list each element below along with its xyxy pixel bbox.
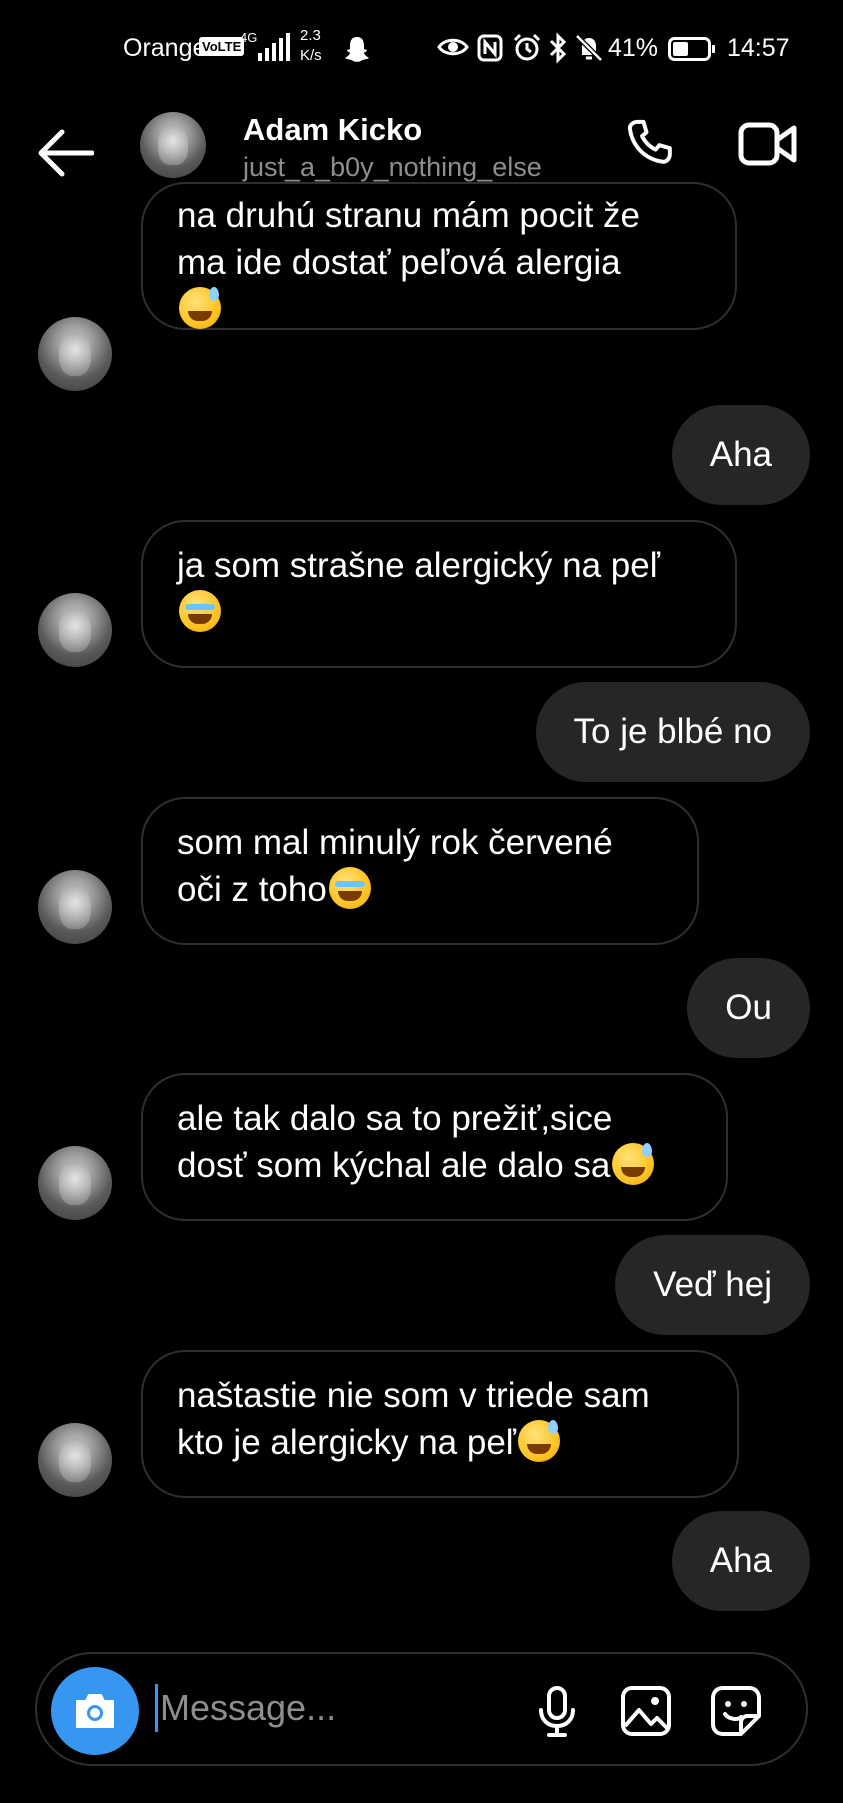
outgoing-message[interactable]: Veď hej (615, 1235, 810, 1335)
incoming-message[interactable]: som mal minulý rok červené oči z toho (141, 797, 699, 945)
contact-name[interactable]: Adam Kicko (243, 112, 422, 148)
outgoing-message[interactable]: Aha (671, 1511, 810, 1611)
outgoing-message[interactable]: To je blbé no (535, 682, 810, 782)
message-line: ale tak dalo sa to prežiť,sice (177, 1099, 613, 1138)
sweat-smile-emoji (179, 287, 221, 329)
eye-icon (437, 38, 469, 56)
mute-icon (575, 34, 603, 62)
volte-badge: VoLTE (199, 37, 245, 56)
message-line: dosť som kýchal ale dalo sa (177, 1146, 611, 1185)
message-composer: Message... (35, 1652, 808, 1766)
alarm-icon (513, 33, 541, 61)
status-bar: Orange VoLTE 4G 2.3 K/s 41% 14:57 (0, 0, 843, 100)
sender-avatar[interactable] (38, 593, 112, 667)
gallery-icon[interactable] (619, 1684, 673, 1738)
message-line: som mal minulý rok červené (177, 823, 613, 862)
message-input[interactable]: Message... (155, 1684, 336, 1732)
signal-icon (258, 33, 290, 61)
bluetooth-icon (549, 32, 567, 64)
crying-emoji (328, 867, 371, 909)
sweat-smile-emoji (518, 1420, 560, 1462)
message-line: kto je alergicky na peľ (177, 1423, 516, 1462)
back-arrow-icon[interactable] (38, 128, 94, 178)
message-line: ja som strašne alergický na peľ (177, 546, 660, 585)
outgoing-message[interactable]: Aha (671, 405, 810, 505)
clock: 14:57 (727, 34, 790, 62)
incoming-message[interactable]: na druhú stranu mám pocit že ma ide dost… (141, 182, 737, 330)
microphone-icon[interactable] (530, 1684, 584, 1738)
video-call-icon[interactable] (738, 120, 798, 168)
network-type: 4G (240, 30, 258, 45)
message-line: oči z toho (177, 870, 327, 909)
speed-value: 2.3 (300, 27, 321, 44)
sender-avatar[interactable] (38, 1146, 112, 1220)
contact-username[interactable]: just_a_b0y_nothing_else (243, 152, 542, 183)
crying-emoji (179, 590, 221, 632)
sender-avatar[interactable] (38, 1423, 112, 1497)
camera-icon (76, 1694, 114, 1728)
message-line: na druhú stranu mám pocit že (177, 196, 641, 235)
sticker-icon[interactable] (709, 1684, 763, 1738)
incoming-message[interactable]: ja som strašne alergický na peľ (141, 520, 737, 668)
incoming-message[interactable]: ale tak dalo sa to prežiť,sice dosť som … (141, 1073, 728, 1221)
nfc-icon (477, 34, 503, 62)
outgoing-message[interactable]: Ou (687, 958, 810, 1058)
snapchat-icon (345, 37, 369, 62)
sweat-smile-emoji (612, 1143, 655, 1185)
battery-icon (668, 37, 715, 61)
speed-unit: K/s (300, 47, 322, 64)
message-line: ma ide dostať peľová alergia (177, 243, 621, 282)
message-line: naštastie nie som v triede sam (177, 1376, 650, 1415)
header-avatar[interactable] (140, 112, 206, 178)
phone-call-icon[interactable] (622, 116, 678, 172)
battery-percent: 41% (608, 34, 659, 62)
camera-button[interactable] (51, 1667, 139, 1755)
sender-avatar[interactable] (38, 870, 112, 944)
incoming-message[interactable]: naštastie nie som v triede sam kto je al… (141, 1350, 739, 1498)
sender-avatar[interactable] (38, 317, 112, 391)
carrier-label: Orange (123, 34, 207, 62)
